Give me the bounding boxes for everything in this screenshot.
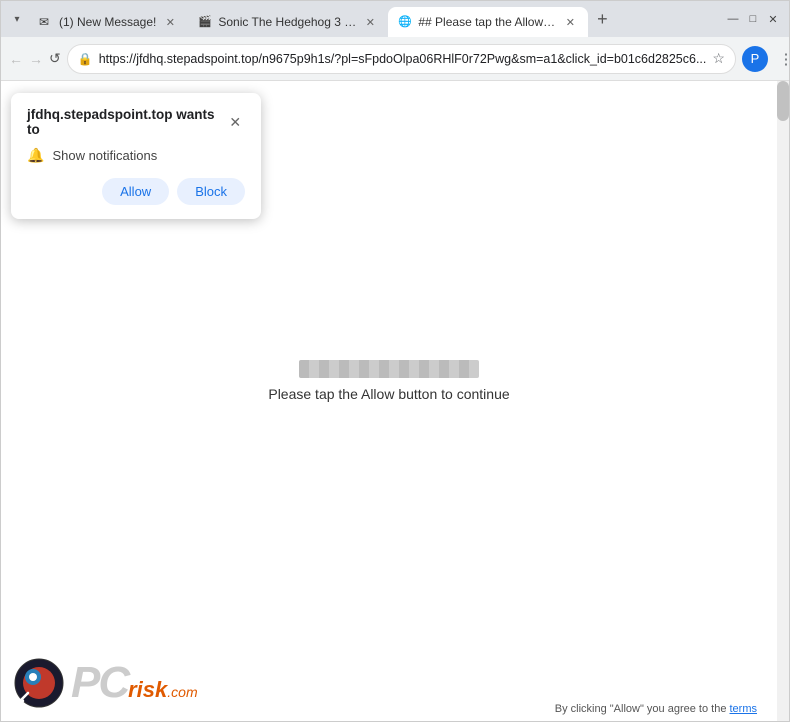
maximize-button[interactable]: □ bbox=[745, 11, 761, 27]
popup-permission-row: 🔔 Show notifications bbox=[27, 147, 245, 164]
url-bar[interactable]: 🔒 https://jfdhq.stepadspoint.top/n9675p9… bbox=[67, 44, 736, 74]
tab-2[interactable]: 🎬 Sonic The Hedgehog 3 (2024)... ✕ bbox=[188, 7, 388, 37]
pcrisk-logo: PC risk .com bbox=[13, 657, 198, 709]
scrollbar[interactable] bbox=[777, 81, 789, 721]
toolbar-right: P ⋮ bbox=[742, 45, 790, 73]
tab2-close-button[interactable]: ✕ bbox=[362, 14, 378, 30]
loading-text: Please tap the Allow button to continue bbox=[268, 386, 509, 402]
window-controls: — □ ✕ bbox=[725, 11, 789, 27]
address-bar: ← → ↺ 🔒 https://jfdhq.stepadspoint.top/n… bbox=[1, 37, 789, 81]
tab1-favicon: ✉ bbox=[39, 15, 53, 29]
close-button[interactable]: ✕ bbox=[765, 11, 781, 27]
bottom-right-text: By clicking "Allow" you agree to the ter… bbox=[555, 703, 757, 715]
bottom-disclaimer-text: By clicking "Allow" you agree to the bbox=[555, 703, 727, 715]
menu-button[interactable]: ⋮ bbox=[772, 45, 790, 73]
new-tab-button[interactable]: + bbox=[588, 5, 616, 33]
tab2-favicon: 🎬 bbox=[198, 15, 212, 29]
page-content: jfdhq.stepadspoint.top wants to ✕ 🔔 Show… bbox=[1, 81, 789, 721]
tab3-title: ## Please tap the Allow button bbox=[418, 15, 556, 29]
tab-1[interactable]: ✉ (1) New Message! ✕ bbox=[29, 7, 188, 37]
allow-button[interactable]: Allow bbox=[102, 178, 169, 205]
popup-title: jfdhq.stepadspoint.top wants to bbox=[27, 107, 226, 137]
popup-permission-text: Show notifications bbox=[52, 148, 157, 163]
reload-button[interactable]: ↺ bbox=[49, 45, 61, 73]
minimize-button[interactable]: — bbox=[725, 11, 741, 27]
scrollbar-thumb[interactable] bbox=[777, 81, 789, 121]
dot-com-text: .com bbox=[167, 684, 197, 700]
tab-3[interactable]: 🌐 ## Please tap the Allow button ✕ bbox=[388, 7, 588, 37]
browser-window: ▾ ✉ (1) New Message! ✕ 🎬 Sonic The Hedge… bbox=[0, 0, 790, 722]
url-text: https://jfdhq.stepadspoint.top/n9675p9h1… bbox=[99, 52, 707, 66]
loading-bar-container: Please tap the Allow button to continue bbox=[268, 360, 509, 402]
bookmark-star-icon[interactable]: ☆ bbox=[712, 50, 725, 67]
popup-close-button[interactable]: ✕ bbox=[226, 112, 245, 132]
pcrisk-text: PC risk .com bbox=[71, 661, 198, 705]
tab-dropdown-button[interactable]: ▾ bbox=[5, 7, 29, 31]
pcrisk-icon bbox=[13, 657, 65, 709]
lock-icon: 🔒 bbox=[78, 52, 93, 66]
tab3-favicon: 🌐 bbox=[398, 15, 412, 29]
risk-text: risk bbox=[128, 677, 167, 703]
terms-link[interactable]: terms bbox=[730, 703, 758, 715]
popup-header: jfdhq.stepadspoint.top wants to ✕ bbox=[27, 107, 245, 137]
tab-bar: ▾ ✉ (1) New Message! ✕ 🎬 Sonic The Hedge… bbox=[1, 1, 789, 37]
block-button[interactable]: Block bbox=[177, 178, 245, 205]
bell-icon: 🔔 bbox=[27, 147, 44, 164]
tab1-title: (1) New Message! bbox=[59, 15, 156, 29]
tab3-close-button[interactable]: ✕ bbox=[562, 14, 578, 30]
back-button[interactable]: ← bbox=[9, 45, 23, 73]
forward-button[interactable]: → bbox=[29, 45, 43, 73]
pc-text: PC bbox=[71, 661, 128, 705]
profile-icon[interactable]: P bbox=[742, 46, 768, 72]
tab1-close-button[interactable]: ✕ bbox=[162, 14, 178, 30]
tab2-title: Sonic The Hedgehog 3 (2024)... bbox=[218, 15, 356, 29]
loading-bar bbox=[299, 360, 479, 378]
notification-permission-popup: jfdhq.stepadspoint.top wants to ✕ 🔔 Show… bbox=[11, 93, 261, 219]
popup-actions: Allow Block bbox=[27, 178, 245, 205]
